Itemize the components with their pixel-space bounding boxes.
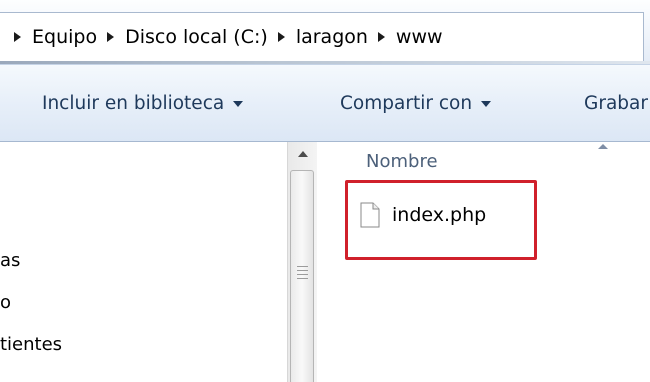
command-toolbar: Incluir en biblioteca Compartir con Grab… xyxy=(0,65,650,142)
chevron-down-icon xyxy=(233,100,244,107)
file-item[interactable]: index.php xyxy=(360,202,486,228)
breadcrumb-item-equipo[interactable]: Equipo xyxy=(32,26,97,48)
document-icon xyxy=(360,202,380,228)
scroll-up-icon[interactable] xyxy=(290,144,314,166)
nav-item[interactable]: o xyxy=(0,292,11,313)
sort-ascending-icon xyxy=(598,144,608,149)
include-in-library-button[interactable]: Incluir en biblioteca xyxy=(42,93,244,114)
breadcrumb-separator-icon[interactable] xyxy=(277,32,285,42)
burn-label: Grabar xyxy=(584,93,648,114)
scrollbar-grip xyxy=(297,274,308,275)
burn-button[interactable]: Grabar xyxy=(584,93,648,114)
breadcrumb-separator-icon[interactable] xyxy=(14,32,21,42)
file-name: index.php xyxy=(392,204,487,226)
nav-item[interactable]: as xyxy=(0,250,20,271)
scrollbar-grip xyxy=(297,266,308,267)
breadcrumb-separator-icon[interactable] xyxy=(377,32,385,42)
breadcrumb-separator-icon[interactable] xyxy=(107,32,115,42)
share-with-button[interactable]: Compartir con xyxy=(340,93,492,114)
column-header-name[interactable]: Nombre xyxy=(366,151,438,172)
breadcrumb[interactable]: Equipo Disco local (C:) laragon www xyxy=(0,12,644,62)
navigation-scrollbar[interactable] xyxy=(287,142,317,382)
nav-item[interactable]: tientes xyxy=(0,334,62,355)
include-in-library-label: Incluir en biblioteca xyxy=(42,93,225,114)
breadcrumb-item-laragon[interactable]: laragon xyxy=(296,26,368,48)
file-list-pane: Nombre index.php xyxy=(318,142,650,382)
scrollbar-grip xyxy=(297,270,308,271)
share-with-label: Compartir con xyxy=(340,93,473,114)
navigation-pane: as o tientes xyxy=(0,142,287,382)
address-bar-border xyxy=(0,61,650,64)
breadcrumb-item-www[interactable]: www xyxy=(396,26,443,48)
address-bar: Equipo Disco local (C:) laragon www xyxy=(0,0,650,65)
scrollbar-thumb[interactable] xyxy=(290,170,314,382)
scrollbar-grip xyxy=(297,278,308,279)
chevron-down-icon xyxy=(481,100,492,107)
breadcrumb-item-disco-local[interactable]: Disco local (C:) xyxy=(125,26,268,48)
